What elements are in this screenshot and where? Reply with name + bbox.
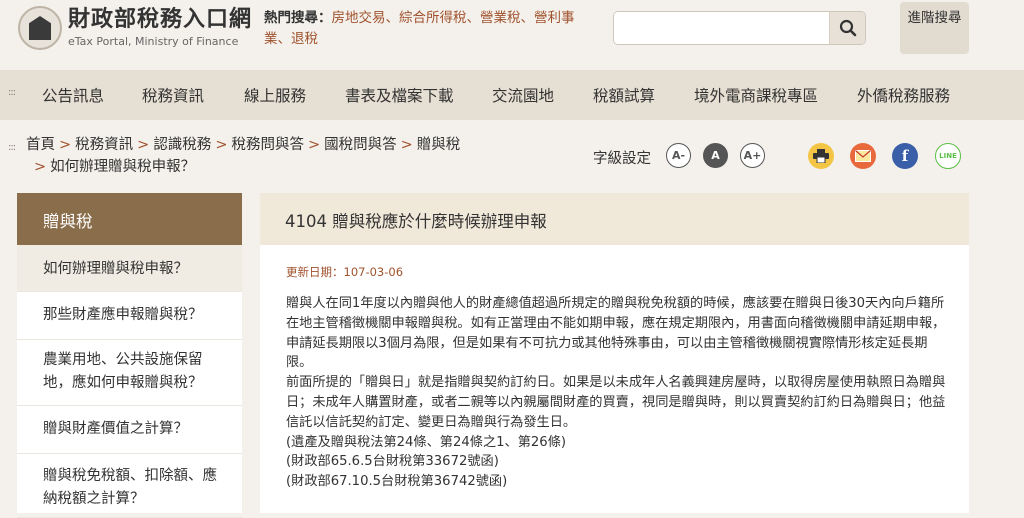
article-content: 贈與人在同1年度以內贈與他人的財產總值超過所規定的贈與稅免稅額的時候，應該要在贈… [286,294,951,492]
nav-item-tax-info[interactable]: 稅務資訊 [142,84,204,106]
sidebar-item-exemption-calculation[interactable]: 贈與稅免稅額、扣除額、應納稅額之計算？ [17,454,242,518]
sidebar-item-how-to-file[interactable]: 如何辦理贈與稅申報？ [17,245,242,292]
sidebar-menu: 如何辦理贈與稅申報？ 那些財產應申報贈與稅？ 農業用地、公共設施保留地，應如何申… [17,245,242,518]
search-button[interactable] [829,12,865,44]
breadcrumb-home[interactable]: 首頁 [26,137,55,153]
article-paragraph: 贈與人在同1年度以內贈與他人的財產總值超過所規定的贈與稅免稅額的時候，應該要在贈… [286,296,946,371]
breadcrumb-tax-info[interactable]: 稅務資訊 [75,137,133,153]
breadcrumb-current: 如何辦理贈與稅申報？ [50,159,196,175]
line-share-button[interactable]: LINE [935,143,961,169]
mail-icon [855,150,871,162]
sidebar-item-property-to-file[interactable]: 那些財產應申報贈與稅？ [17,292,242,340]
nav-item-forms-download[interactable]: 書表及檔案下載 [345,84,454,106]
sidebar-item-label: 贈與財產價值之計算？ [43,421,188,437]
sidebar-item-label: 如何辦理贈與稅申報？ [43,261,188,277]
sidebar-item-property-valuation[interactable]: 贈與財產價值之計算？ [17,406,242,454]
ministry-seal-icon [18,6,62,50]
advanced-search-button[interactable]: 進階搜尋 [900,2,969,54]
hot-link-business-tax[interactable]: 營業稅 [480,10,521,26]
breadcrumb-gift-tax[interactable]: 贈與稅 [417,137,461,153]
article-paragraph: 前面所提的「贈與日」就是指贈與契約訂約日。如果是以未成年人名義興建房屋時，以取得… [286,375,946,430]
hot-search-label: 熱門搜尋： [264,10,332,26]
main-nav: ::: 公告訊息 稅務資訊 線上服務 書表及檔案下載 交流園地 稅額試算 境外電… [0,70,1024,120]
breadcrumb: 首頁 > 稅務資訊 > 認識稅務 > 稅務問與答 > 國稅問與答 > 贈與稅 > 如何辦理贈與稅申報？ [26,137,461,175]
print-button[interactable] [808,143,834,169]
article-title: 4104 贈與稅應於什麼時候辦理申報 [260,193,969,245]
nav-item-tax-calculator[interactable]: 稅額試算 [593,84,655,106]
sidebar-item-label: 贈與稅免稅額、扣除額、應納稅額之計算？ [43,468,217,507]
site-header: 財政部稅務入口網 eTax Portal, Ministry of Financ… [0,0,1024,70]
printer-icon [813,149,829,163]
sidebar-item-agricultural-land[interactable]: 農業用地、公共設施保留地，應如何申報贈與稅？ [17,340,242,406]
sidebar-item-label: 農業用地、公共設施保留地，應如何申報贈與稅？ [43,352,203,391]
update-date: 更新日期：107-03-06 [286,265,404,279]
logo-subtitle: eTax Portal, Ministry of Finance [68,35,239,48]
facebook-icon: f [901,147,909,165]
font-size-small-button[interactable]: A- [666,143,691,168]
nav-item-online-services[interactable]: 線上服務 [244,84,306,106]
breadcrumb-know-tax[interactable]: 認識稅務 [153,137,211,153]
hot-search: 熱門搜尋：房地交易、綜合所得稅、營業稅、營利事業、退稅 [264,10,575,47]
content-accesskey-icon[interactable]: ::: [8,142,16,153]
nav-item-cross-border-ecommerce[interactable]: 境外電商課稅專區 [694,84,818,106]
sidebar-title: 贈與稅 [17,193,242,245]
email-share-button[interactable] [850,143,876,169]
breadcrumb-national-tax-qa[interactable]: 國稅問與答 [324,137,397,153]
search-icon [839,19,856,37]
font-size-medium-button[interactable]: A [703,143,728,168]
sidebar-item-label: 那些財產應申報贈與稅？ [43,307,203,323]
breadcrumb-tax-qa[interactable]: 稅務問與答 [231,137,304,153]
article-citation: (遺產及贈與稅法第24條、第24條之1、第26條) [286,434,567,450]
search-input[interactable] [614,12,830,44]
font-size-large-button[interactable]: A+ [740,143,765,168]
nav-item-community[interactable]: 交流園地 [492,84,554,106]
facebook-share-button[interactable]: f [892,143,918,169]
hot-link-real-estate[interactable]: 房地交易 [332,10,386,26]
nav-item-foreigner-tax[interactable]: 外僑稅務服務 [857,84,950,106]
hot-link-refund[interactable]: 退稅 [291,31,318,47]
hot-link-income-tax[interactable]: 綜合所得稅 [399,10,467,26]
nav-item-announcements[interactable]: 公告訊息 [42,84,104,106]
font-size-label: 字級設定 [593,151,651,167]
line-icon: LINE [939,152,957,160]
logo-title: 財政部稅務入口網 [68,6,253,32]
search-box [613,11,866,45]
nav-accesskey-icon[interactable]: ::: [8,87,16,98]
article-citation: (財政部67.10.5台財稅第36742號函) [286,474,508,490]
site-logo[interactable]: 財政部稅務入口網 eTax Portal, Ministry of Financ… [18,6,252,50]
article-body: 更新日期：107-03-06 贈與人在同1年度以內贈與他人的財產總值超過所規定的… [260,245,969,513]
article-citation: (財政部65.6.5台財稅第33672號函) [286,454,499,470]
